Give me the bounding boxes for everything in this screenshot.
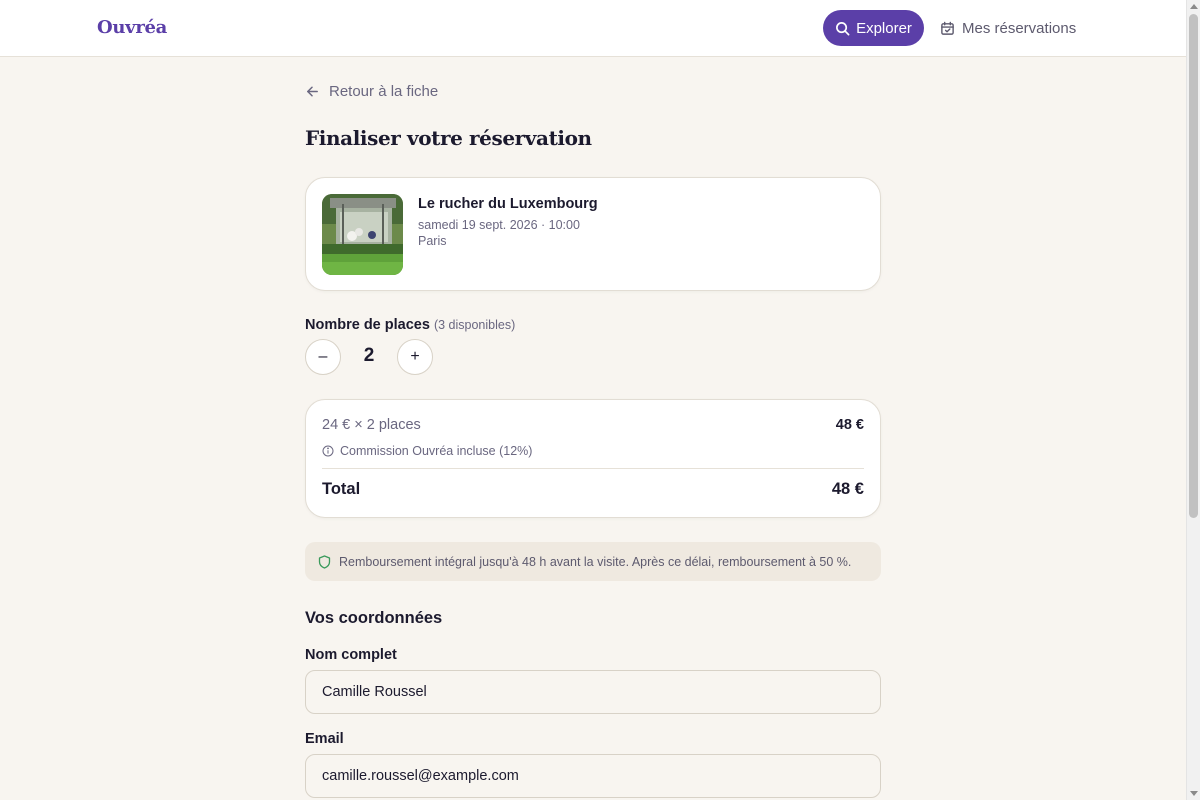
- refund-policy-text: Remboursement intégral jusqu'à 48 h avan…: [339, 554, 852, 569]
- shield-icon: [318, 554, 331, 569]
- explore-button-label: Explorer: [856, 19, 912, 37]
- page-title: Finaliser votre réservation: [305, 126, 592, 150]
- name-field[interactable]: [305, 670, 881, 714]
- decrease-places-button[interactable]: –: [305, 339, 341, 375]
- brand-logo[interactable]: Ouvréa: [97, 17, 167, 38]
- event-datetime: samedi 19 sept. 2026 · 10:00: [418, 218, 580, 232]
- name-field-label: Nom complet: [305, 647, 397, 663]
- explore-button[interactable]: Explorer: [823, 10, 924, 46]
- scrollbar-thumb[interactable]: [1189, 14, 1198, 518]
- commission-note: Commission Ouvréa incluse (12%): [322, 444, 532, 458]
- event-title: Le rucher du Luxembourg: [418, 196, 598, 212]
- scroll-up-arrow[interactable]: [1190, 4, 1198, 9]
- back-link-label: Retour à la fiche: [329, 82, 439, 100]
- event-thumbnail: [322, 194, 403, 275]
- refund-policy-note: Remboursement intégral jusqu'à 48 h avan…: [305, 542, 881, 581]
- page-scrollbar[interactable]: [1186, 0, 1200, 800]
- places-count: 2: [363, 345, 375, 366]
- info-icon: [322, 445, 334, 457]
- price-line-label: 24 € × 2 places: [322, 417, 421, 433]
- price-summary-card: 24 € × 2 places 48 € Commission Ouvréa i…: [305, 399, 881, 518]
- my-reservations-label: Mes réservations: [962, 19, 1077, 37]
- email-field-label: Email: [305, 731, 344, 747]
- arrow-left-icon: [307, 86, 318, 96]
- top-navigation-bar: Ouvréa Explorer Mes réservations: [0, 0, 1186, 57]
- scroll-down-arrow[interactable]: [1190, 791, 1198, 796]
- my-reservations-link[interactable]: Mes réservations: [940, 10, 1076, 46]
- email-field[interactable]: [305, 754, 881, 798]
- places-available: (3 disponibles): [433, 318, 516, 332]
- total-amount: 48 €: [831, 480, 864, 498]
- price-line-amount: 48 €: [835, 417, 864, 433]
- price-divider: [322, 468, 864, 469]
- back-to-listing-link[interactable]: Retour à la fiche: [305, 80, 438, 102]
- search-icon: [836, 21, 850, 35]
- increase-places-button[interactable]: +: [397, 339, 433, 375]
- calendar-check-icon: [941, 21, 954, 35]
- places-label: Nombre de places (3 disponibles): [305, 317, 515, 333]
- total-label: Total: [322, 480, 361, 498]
- commission-text: Commission Ouvréa incluse (12%): [340, 444, 533, 458]
- event-summary-card: Le rucher du Luxembourg samedi 19 sept. …: [305, 177, 881, 291]
- event-city: Paris: [418, 234, 447, 248]
- places-label-text: Nombre de places: [305, 317, 430, 333]
- contact-section-title: Vos coordonnées: [305, 609, 443, 627]
